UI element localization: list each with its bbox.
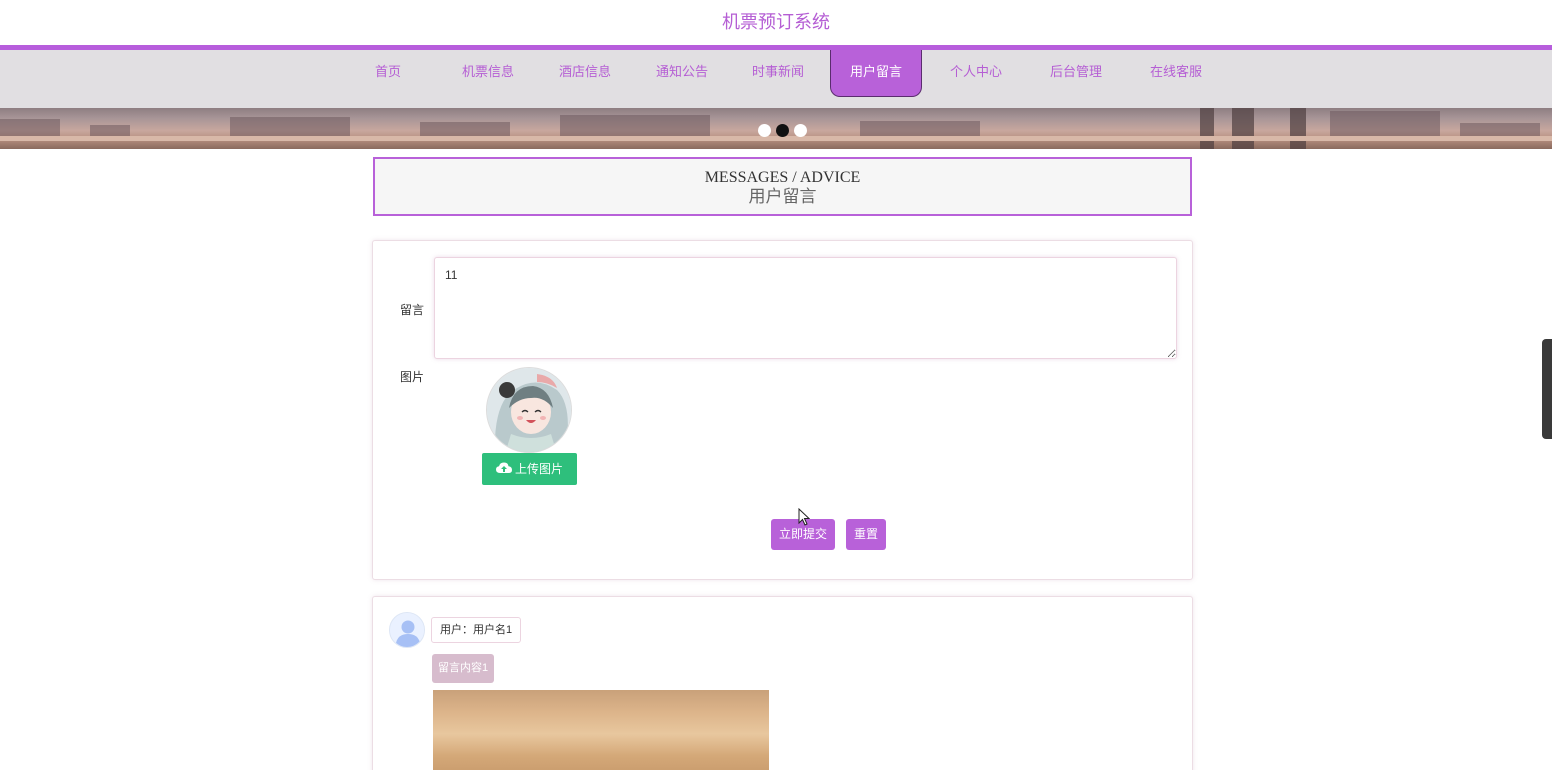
- comment-user: 用户：用户名1: [431, 617, 522, 643]
- side-panel-handle[interactable]: [1542, 339, 1552, 439]
- comment-image: [433, 690, 769, 770]
- comment-item: 用户：用户名1 留言内容1: [372, 596, 1193, 770]
- nav-item-news[interactable]: 时事新闻: [737, 50, 819, 96]
- reset-button[interactable]: 重置: [846, 519, 886, 550]
- nav-item-messages[interactable]: 用户留言: [830, 50, 922, 97]
- nav-item-home[interactable]: 首页: [356, 50, 420, 96]
- section-title: MESSAGES / ADVICE 用户留言: [373, 157, 1192, 216]
- section-title-en: MESSAGES / ADVICE: [704, 169, 861, 186]
- comment-content: 留言内容1: [432, 654, 495, 683]
- main-nav: 首页 机票信息 酒店信息 通知公告 时事新闻 用户留言 个人中心 后台管理 在线…: [0, 50, 1552, 108]
- carousel-dot-3[interactable]: [794, 124, 807, 137]
- nav-item-flights[interactable]: 机票信息: [447, 50, 529, 96]
- image-label: 图片: [400, 370, 425, 384]
- user-avatar-icon: [389, 612, 425, 648]
- upload-image-button[interactable]: 上传图片: [482, 453, 577, 485]
- message-label: 留言: [400, 303, 425, 317]
- site-title: 机票预订系统: [722, 12, 830, 32]
- cloud-upload-icon: [495, 454, 512, 486]
- upload-image-label: 上传图片: [514, 462, 563, 476]
- message-form: 留言 11 图片 上传图片 立即提交 重置: [372, 240, 1193, 580]
- uploaded-image-preview: [486, 367, 572, 453]
- nav-item-notices[interactable]: 通知公告: [641, 50, 723, 96]
- nav-item-profile[interactable]: 个人中心: [935, 50, 1017, 96]
- section-title-cn: 用户留言: [748, 187, 817, 206]
- mouse-cursor-icon: [798, 507, 811, 531]
- nav-item-admin[interactable]: 后台管理: [1035, 50, 1117, 96]
- carousel-dot-2[interactable]: [776, 124, 789, 137]
- message-textarea[interactable]: 11: [434, 257, 1177, 359]
- carousel-dot-1[interactable]: [758, 124, 771, 137]
- nav-item-hotels[interactable]: 酒店信息: [544, 50, 626, 96]
- nav-item-support[interactable]: 在线客服: [1135, 50, 1217, 96]
